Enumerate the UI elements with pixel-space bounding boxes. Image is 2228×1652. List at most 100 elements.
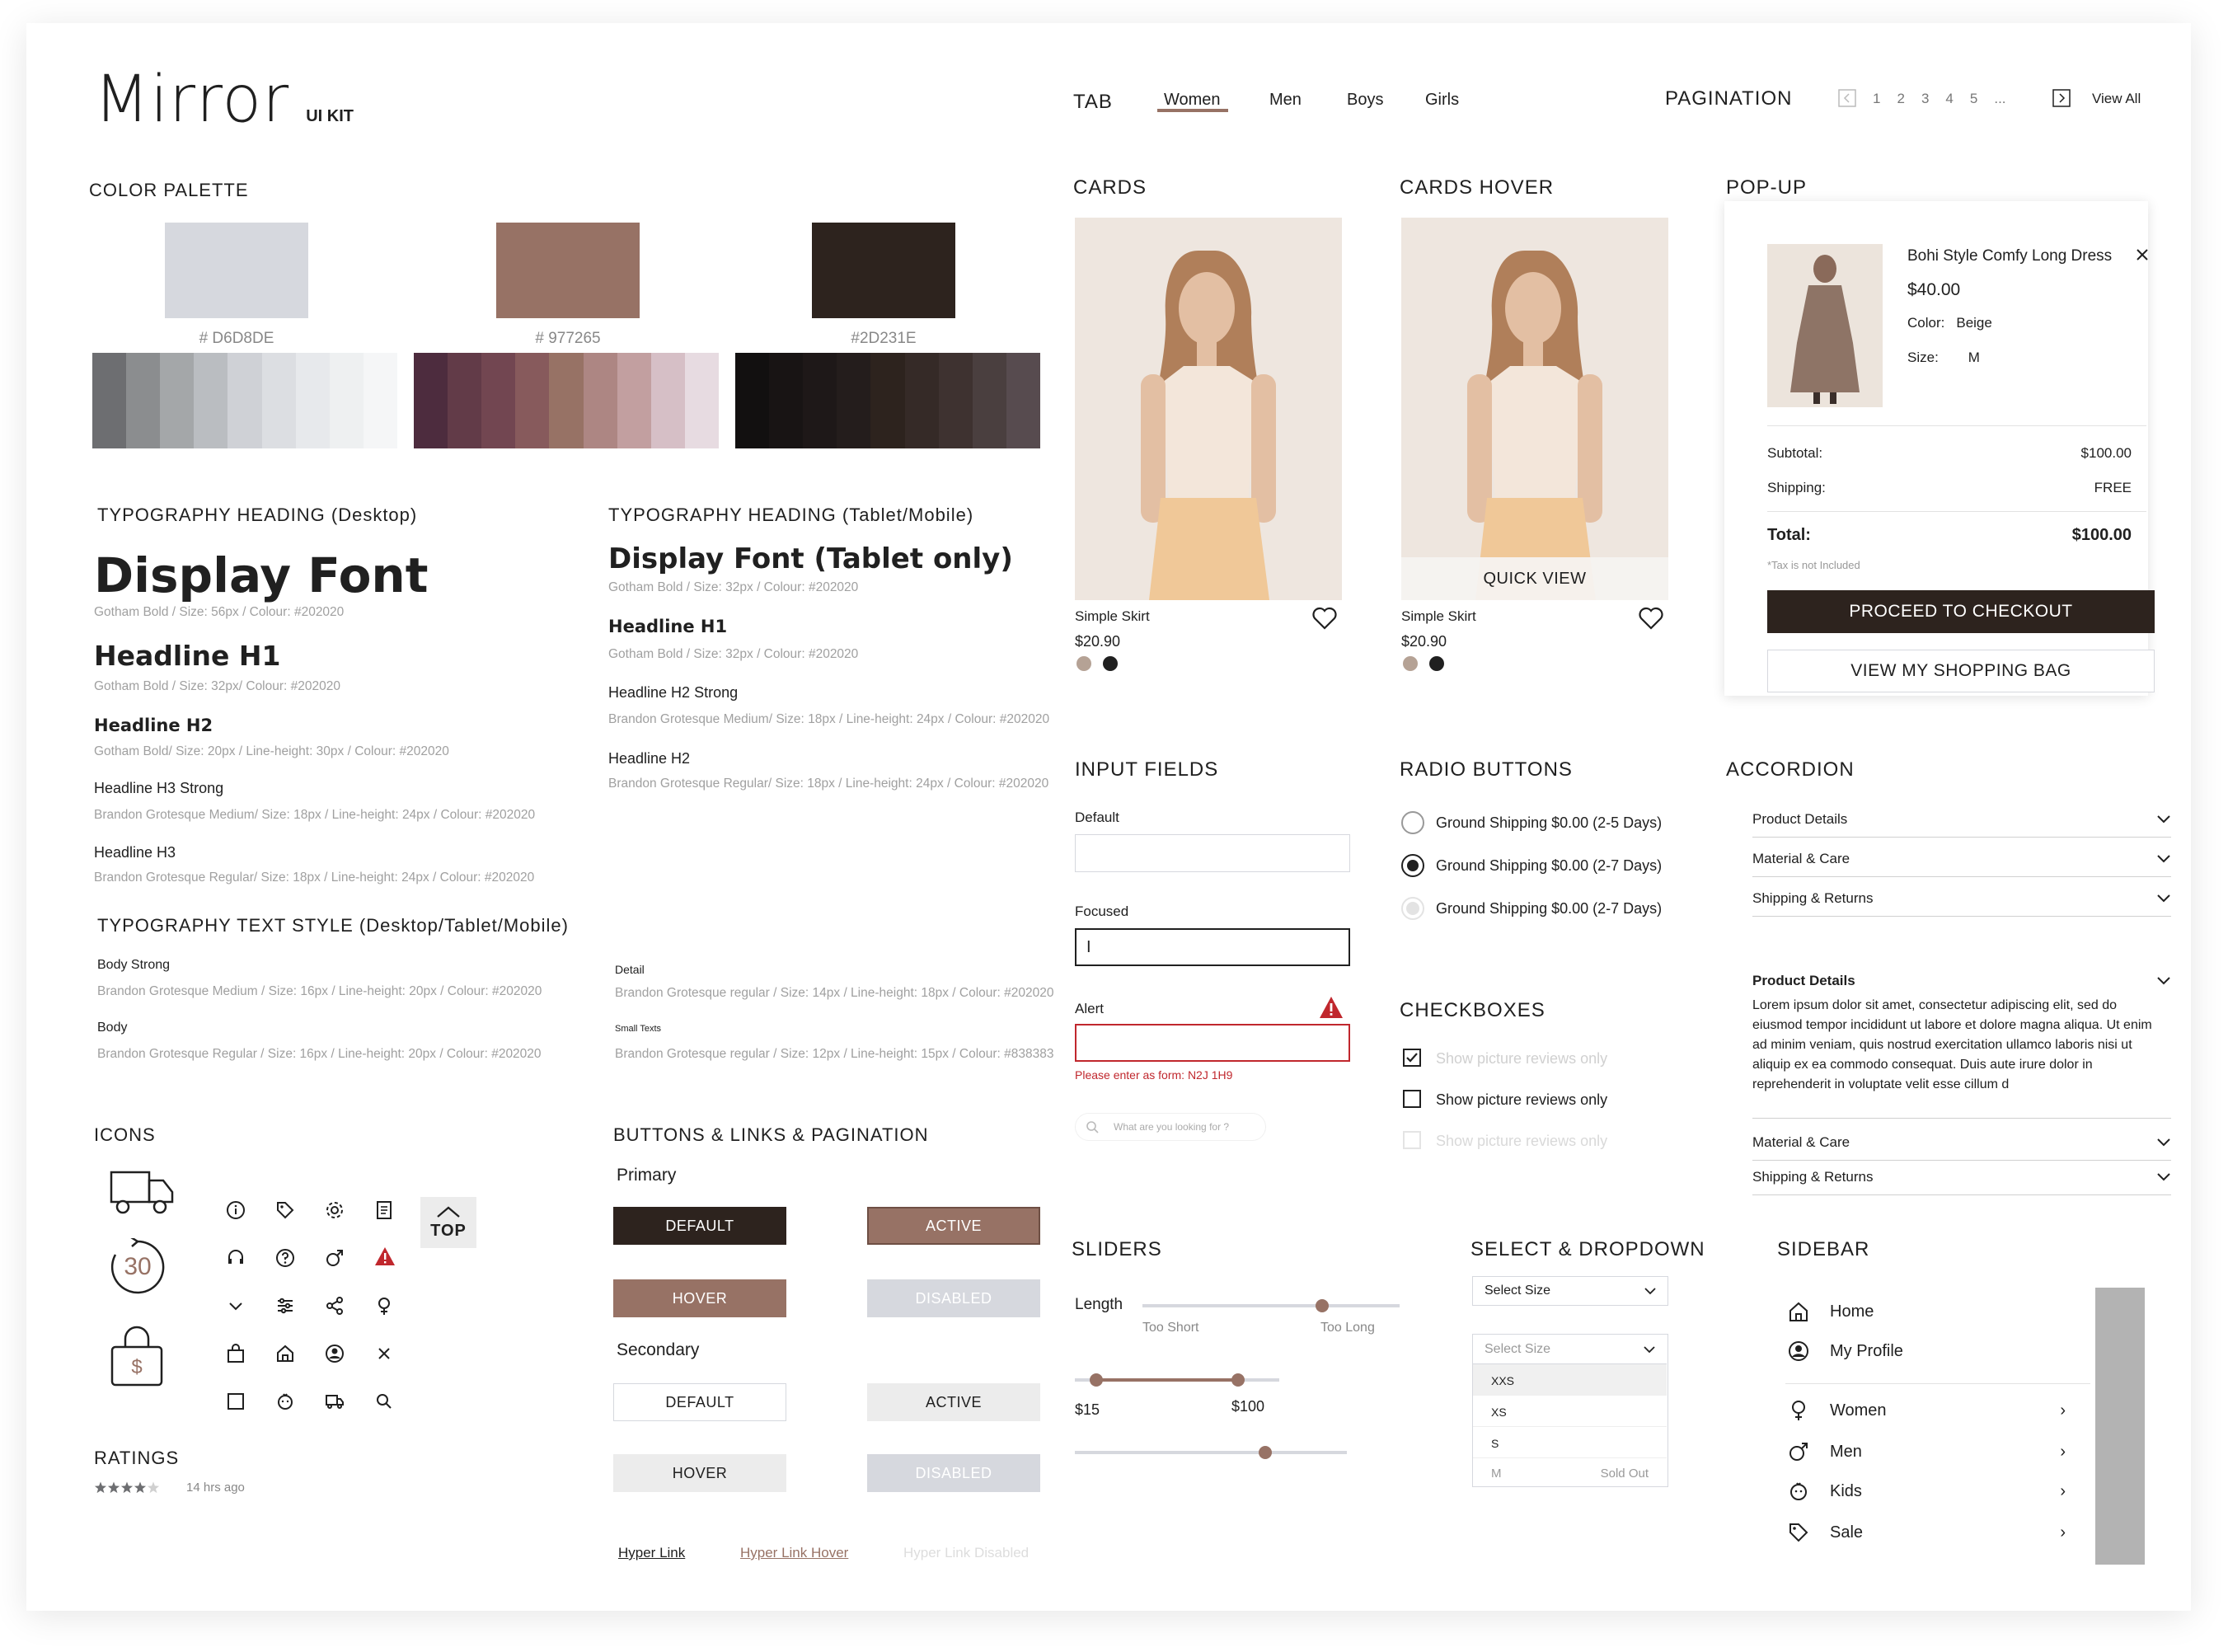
default-input[interactable] — [1075, 834, 1350, 872]
accordion-row[interactable]: Product Details — [1752, 801, 2171, 838]
body-strong-sample: Body Strong — [97, 958, 171, 972]
radio-selected[interactable] — [1401, 854, 1424, 877]
tone-cell — [1006, 353, 1040, 448]
truck-icon — [109, 1169, 175, 1217]
body-sample: Body — [97, 1021, 128, 1035]
secondary-active-button[interactable]: ACTIVE — [867, 1383, 1040, 1421]
dropdown-option[interactable]: XXS — [1473, 1364, 1667, 1396]
display-font-sample: Display Font — [94, 547, 429, 603]
tab-label: Boys — [1347, 91, 1384, 109]
accordion-row-open[interactable]: Product Details — [1752, 963, 2171, 999]
color-chip-black[interactable] — [1103, 656, 1118, 671]
sidebar-item-sale[interactable]: Sale › — [1785, 1522, 2066, 1543]
next-page-icon[interactable] — [2052, 89, 2071, 107]
accordion-row[interactable]: Material & Care — [1752, 841, 2171, 877]
length-label: Length — [1075, 1296, 1123, 1313]
tab-section-title: TAB — [1073, 91, 1113, 113]
option-label: S — [1491, 1437, 1499, 1450]
close-icon[interactable] — [2135, 247, 2150, 262]
tone-cell — [650, 353, 685, 448]
sidebar-item-kids[interactable]: Kids › — [1785, 1481, 2066, 1502]
page-3[interactable]: 3 — [1921, 91, 1929, 107]
secondary-disabled-button: DISABLED — [867, 1454, 1040, 1492]
length-slider-thumb[interactable] — [1316, 1299, 1330, 1312]
color-chip-beige[interactable] — [1403, 656, 1418, 671]
chevron-down-icon — [2157, 854, 2170, 862]
primary-active-button[interactable]: ACTIVE — [867, 1207, 1040, 1245]
dropdown-option[interactable]: S — [1473, 1427, 1667, 1458]
typo-desktop-title: TYPOGRAPHY HEADING (Desktop) — [97, 505, 418, 525]
star-rating-icon — [94, 1481, 160, 1493]
sidebar-item-women[interactable]: Women › — [1785, 1400, 2066, 1421]
checkbox-checked[interactable] — [1403, 1049, 1421, 1067]
size-select[interactable]: Select Size — [1472, 1276, 1668, 1306]
tab-men[interactable]: Men — [1269, 91, 1302, 110]
search-input[interactable]: What are you looking for ? — [1075, 1113, 1266, 1141]
heart-icon[interactable] — [1639, 607, 1663, 630]
tab-boys[interactable]: Boys — [1347, 91, 1383, 110]
tone-cell — [549, 353, 584, 448]
checkbox-unchecked[interactable] — [1403, 1090, 1421, 1108]
alert-input[interactable] — [1075, 1024, 1350, 1062]
tone-strip-brown — [414, 353, 719, 448]
chevron-up-icon — [437, 1206, 460, 1218]
single-slider-track[interactable] — [1075, 1446, 1347, 1459]
back-to-top-button[interactable]: TOP — [420, 1197, 476, 1248]
model-photo — [1467, 251, 1602, 600]
color-chip-black[interactable] — [1429, 656, 1444, 671]
chevron-down-icon — [2157, 977, 2170, 985]
length-slider-track[interactable] — [1142, 1299, 1400, 1312]
ratings-title: RATINGS — [94, 1448, 180, 1468]
sidebar-item-men[interactable]: Men › — [1785, 1441, 2066, 1462]
subtotal-value: $100.00 — [2080, 445, 2132, 461]
primary-hover-button[interactable]: HOVER — [613, 1279, 786, 1317]
sidebar-item-profile[interactable]: My Profile — [1785, 1340, 2066, 1362]
heart-icon[interactable] — [1312, 607, 1337, 630]
checkout-button[interactable]: PROCEED TO CHECKOUT — [1767, 590, 2155, 633]
secondary-hover-button[interactable]: HOVER — [613, 1454, 786, 1492]
dropdown-option-sold-out: M Sold Out — [1473, 1458, 1667, 1486]
product-image-hover[interactable]: QUICK VIEW — [1401, 218, 1668, 600]
tab-women[interactable]: Women — [1164, 91, 1221, 110]
page-4[interactable]: 4 — [1945, 91, 1953, 107]
single-slider-thumb[interactable] — [1259, 1446, 1272, 1459]
price-max-thumb[interactable] — [1231, 1373, 1245, 1387]
shipping-value: FREE — [2094, 480, 2132, 495]
sidebar-scrollbar[interactable] — [2095, 1288, 2145, 1565]
page-5[interactable]: 5 — [1970, 91, 1977, 107]
tab-girls[interactable]: Girls — [1425, 91, 1459, 110]
page-numbers: 1 2 3 4 5 ... — [1873, 91, 2006, 107]
radio-unselected[interactable] — [1401, 811, 1424, 834]
color-chip-beige[interactable] — [1076, 656, 1091, 671]
hyper-link-hover[interactable]: Hyper Link Hover — [740, 1545, 848, 1561]
page-2[interactable]: 2 — [1897, 91, 1904, 107]
focused-input[interactable]: I — [1075, 928, 1350, 966]
view-bag-button[interactable]: VIEW MY SHOPPING BAG — [1767, 650, 2155, 692]
option-label: M — [1491, 1467, 1502, 1481]
accordion-row[interactable]: Material & Care — [1752, 1124, 2171, 1161]
price-min-thumb[interactable] — [1090, 1373, 1103, 1387]
chevron-right-icon: › — [2060, 1481, 2066, 1500]
sidebar-item-home[interactable]: Home — [1785, 1301, 2066, 1322]
dropdown-header[interactable]: Select Size — [1473, 1335, 1667, 1364]
logo: Mirror — [94, 63, 290, 137]
secondary-default-button[interactable]: DEFAULT — [613, 1383, 786, 1421]
h3-strong-spec: Brandon Grotesque Medium/ Size: 18px / L… — [94, 808, 536, 822]
tone-cell — [684, 353, 719, 448]
accordion-row[interactable]: Shipping & Returns — [1752, 880, 2171, 917]
sidebar-item-label: Sale — [1830, 1523, 1864, 1542]
view-all-link[interactable]: View All — [2092, 91, 2141, 107]
hyper-link[interactable]: Hyper Link — [618, 1545, 685, 1561]
shopping-bag-icon — [226, 1344, 246, 1363]
accordion-row[interactable]: Shipping & Returns — [1752, 1159, 2171, 1195]
prev-page-icon[interactable] — [1838, 89, 1856, 107]
tab-label: Women — [1164, 91, 1221, 109]
quick-view-button[interactable]: QUICK VIEW — [1401, 557, 1668, 600]
page-1[interactable]: 1 — [1873, 91, 1880, 107]
tag-icon — [1789, 1523, 1808, 1542]
primary-default-button[interactable]: DEFAULT — [613, 1207, 786, 1245]
dropdown-option[interactable]: XS — [1473, 1396, 1667, 1427]
tone-cell — [227, 353, 262, 448]
cart-popup: Bohi Style Comfy Long Dress $40.00 Color… — [1724, 201, 2155, 696]
price-range-track[interactable] — [1075, 1373, 1279, 1387]
